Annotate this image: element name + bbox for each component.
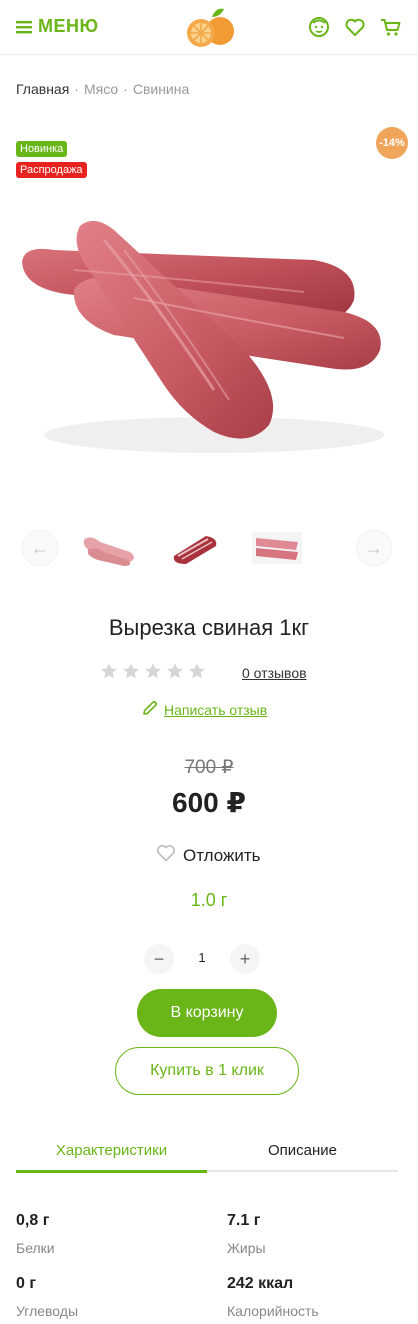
menu-button[interactable]: МЕНЮ [16,16,99,37]
prev-arrow-icon[interactable]: ← [22,530,58,566]
pencil-icon [142,700,158,719]
postpone-label: Отложить [183,845,261,865]
spec-value: 0 г [16,1275,37,1292]
badge-sale: Распродажа [16,162,87,178]
user-face-icon[interactable] [308,16,330,38]
add-to-cart-button[interactable]: В корзину [137,989,277,1037]
spec-value: 0,8 г [16,1212,50,1229]
rating-stars[interactable] [100,662,206,680]
heart-outline-icon [156,844,176,867]
spec-label: Белки [16,1240,55,1256]
breadcrumb: Главная · Мясо · Свинина [16,81,189,97]
current-price: 600 ₽ [172,787,246,818]
postpone-button[interactable]: Отложить [156,844,261,867]
spec-calories: 242 ккал Калорийность [227,1275,319,1319]
product-badges: Новинка Распродажа [16,141,87,178]
spec-label: Калорийность [227,1303,319,1319]
spec-value: 242 ккал [227,1275,294,1292]
write-review-label: Написать отзыв [164,701,268,718]
thumbnail-1[interactable] [80,528,138,568]
menu-icon [16,20,32,34]
thumbnail-gallery: ← → [22,528,392,568]
spec-proteins: 0,8 г Белки [16,1212,55,1256]
cart-icon[interactable] [380,16,402,38]
quantity-value[interactable]: 1 [174,950,230,965]
badge-new: Новинка [16,141,68,157]
breadcrumb-separator: · [123,81,128,97]
quantity-decrease-button[interactable]: − [144,944,174,974]
header: МЕНЮ [0,0,418,55]
star-icon [144,662,162,680]
spec-carbs: 0 г Углеводы [16,1275,78,1319]
tab-characteristics[interactable]: Характеристики [16,1142,207,1173]
menu-label: МЕНЮ [38,16,99,36]
discount-badge: -14% [376,127,408,159]
spec-label: Жиры [227,1240,266,1256]
breadcrumb-separator: · [74,81,79,97]
heart-icon[interactable] [344,16,366,38]
spec-fats: 7.1 г Жиры [227,1212,266,1256]
thumbnail-3[interactable] [248,528,306,568]
buy-one-click-button[interactable]: Купить в 1 клик [115,1047,299,1095]
product-title: Вырезка свиная 1кг [108,615,310,640]
spec-label: Углеводы [16,1303,79,1319]
product-weight: 1.0 г [190,890,228,910]
next-arrow-icon[interactable]: → [356,530,392,566]
thumbnail-2[interactable] [166,528,224,568]
star-icon [188,662,206,680]
product-tabs: Характеристики Описание [16,1136,398,1173]
spec-value: 7.1 г [227,1212,261,1229]
breadcrumb-home[interactable]: Главная [16,81,69,97]
breadcrumb-meat[interactable]: Мясо [84,81,118,97]
star-icon [122,662,140,680]
write-review-link[interactable]: Написать отзыв [142,700,267,719]
breadcrumb-pork: Свинина [132,81,190,97]
product-main-image[interactable] [14,200,404,470]
star-icon [100,662,118,680]
reviews-link[interactable]: 0 отзывов [242,665,307,681]
tab-description[interactable]: Описание [207,1142,398,1159]
star-icon [166,662,184,680]
orange-logo-icon[interactable] [182,5,238,49]
quantity-stepper: − 1 + [144,944,262,974]
quantity-increase-button[interactable]: + [230,944,260,974]
old-price: 700 ₽ [184,757,234,778]
